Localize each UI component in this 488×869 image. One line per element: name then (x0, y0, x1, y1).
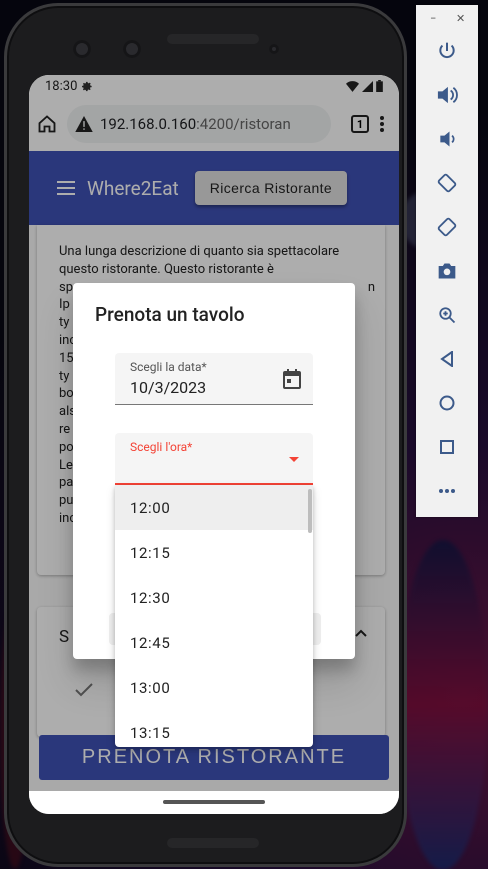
overview-icon[interactable] (416, 425, 478, 469)
power-icon[interactable] (416, 29, 478, 73)
date-field[interactable]: Scegli la data* 10/3/2023 (115, 353, 313, 405)
date-value: 10/3/2023 (130, 378, 207, 397)
time-option[interactable]: 12:15 (115, 530, 313, 575)
volume-down-icon[interactable] (416, 117, 478, 161)
home-circle-icon[interactable] (416, 381, 478, 425)
more-options-icon[interactable] (416, 469, 478, 513)
close-icon[interactable]: ✕ (456, 12, 465, 25)
camera-icon (73, 40, 91, 58)
camera-icon[interactable] (416, 249, 478, 293)
time-option[interactable]: 13:15 (115, 710, 313, 747)
speaker-grille (167, 838, 259, 848)
rotate-left-icon[interactable] (416, 161, 478, 205)
time-label: Scegli l'ora* (130, 440, 193, 454)
time-option[interactable]: 12:30 (115, 575, 313, 620)
time-option[interactable]: 13:00 (115, 665, 313, 710)
emulator-toolbar: − ✕ (416, 5, 478, 517)
phone-frame: 18:30 192.168.0.160:4200/ristoran 1 Wher… (4, 3, 407, 867)
zoom-icon[interactable] (416, 293, 478, 337)
speaker-grille (167, 34, 259, 44)
date-label: Scegli la data* (130, 360, 207, 374)
time-select[interactable]: Scegli l'ora* (115, 433, 313, 485)
dropdown-scrollbar[interactable] (308, 489, 312, 533)
dialog-title: Prenota un tavolo (95, 303, 245, 326)
phone-screen: 18:30 192.168.0.160:4200/ristoran 1 Wher… (29, 75, 399, 814)
back-icon[interactable] (416, 337, 478, 381)
dropdown-arrow-icon (289, 457, 299, 462)
rotate-right-icon[interactable] (416, 205, 478, 249)
home-indicator[interactable] (163, 800, 265, 804)
time-option[interactable]: 12:45 (115, 620, 313, 665)
time-options-panel: 12:00 12:15 12:30 12:45 13:00 13:15 (115, 485, 313, 747)
sensor-icon (269, 44, 279, 54)
camera-icon (123, 40, 141, 58)
calendar-icon[interactable] (283, 369, 301, 389)
volume-up-icon[interactable] (416, 73, 478, 117)
minimize-icon[interactable]: − (430, 12, 436, 25)
time-option[interactable]: 12:00 (115, 485, 313, 530)
